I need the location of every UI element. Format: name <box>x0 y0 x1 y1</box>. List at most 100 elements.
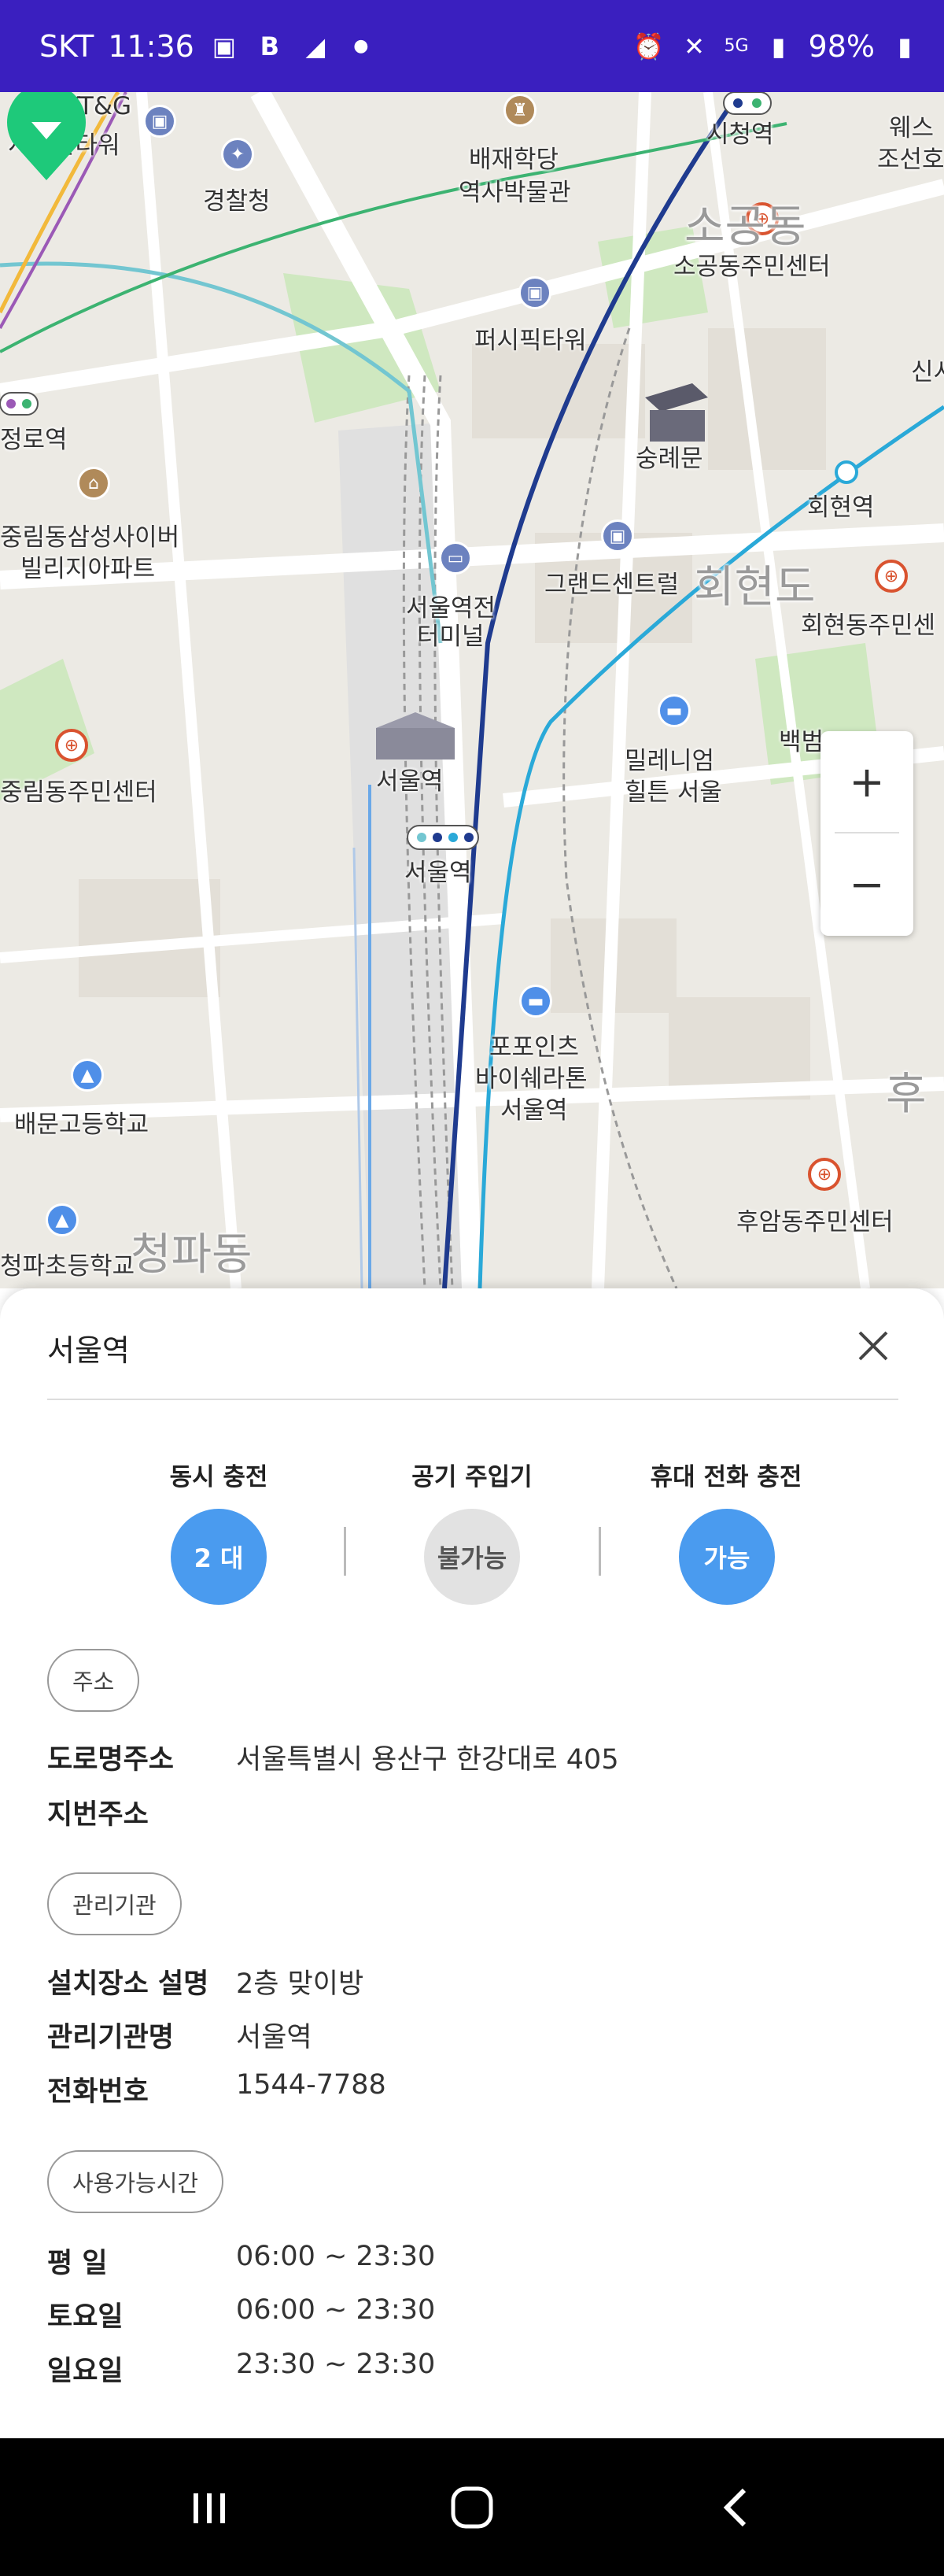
gallery-icon: ▣ <box>212 31 236 61</box>
row-label: 전화번호 <box>47 2076 149 2108</box>
row-value: 06:00 ~ 23:30 <box>236 2294 436 2326</box>
zoom-control: + − <box>820 731 913 936</box>
battery-icon: ▮ <box>898 31 912 61</box>
map-label: 힐튼 서울 <box>625 778 722 807</box>
map-label: 숭례문 <box>636 445 703 473</box>
school-icon[interactable]: ▲ <box>46 1203 79 1236</box>
row-value: 2층 맞이방 <box>236 1968 364 2000</box>
community-center-icon[interactable]: ⊕ <box>55 729 88 762</box>
community-center-icon[interactable]: ⊕ <box>808 1158 841 1191</box>
map-label: 소공동 <box>684 201 806 253</box>
row-label: 도로명주소 <box>47 1744 175 1776</box>
back-icon <box>723 2488 747 2526</box>
building-icon[interactable]: ▣ <box>518 276 551 309</box>
row-label: 지번주소 <box>47 1799 149 1831</box>
status-left: SKT 11:36 ▣ B ◢ ● <box>39 29 377 64</box>
section-chip-address: 주소 <box>47 1649 140 1712</box>
hotel-icon[interactable]: ▬ <box>519 985 552 1018</box>
apartment-icon[interactable]: ⌂ <box>77 467 110 500</box>
map-label: 회현동주민센 <box>801 612 936 640</box>
row-label: 토요일 <box>47 2301 124 2333</box>
row-label: 설치장소 설명 <box>47 1968 209 2000</box>
feature-label-phone-charge: 휴대 전화 충전 <box>650 1463 802 1491</box>
hotel-icon[interactable]: ▬ <box>658 694 691 727</box>
row-value: 06:00 ~ 23:30 <box>236 2241 436 2272</box>
map-label: 후암동주민센터 <box>736 1208 894 1236</box>
map-label: 밀레니엄 <box>625 747 715 775</box>
station-detail-sheet: 서울역 동시 충전 2 대 공기 주입기 불가능 휴대 전화 충전 가능 주소 … <box>0 1288 944 2438</box>
home-button[interactable] <box>393 2438 551 2576</box>
blog-icon: B <box>260 31 280 61</box>
map-label: 배문고등학교 <box>14 1111 149 1139</box>
map-label: 그랜드센트럴 <box>544 571 680 599</box>
map-label: 신시 <box>911 358 944 386</box>
map-label: 서울역 <box>404 859 472 887</box>
battery-label: 98% <box>808 28 875 64</box>
police-icon[interactable]: ✦ <box>221 138 254 171</box>
map-label: 소공동주민센터 <box>673 253 831 281</box>
map-label: 조선호 <box>877 146 944 174</box>
system-nav-bar <box>0 2438 944 2576</box>
map-label: 중림동주민센터 <box>0 778 157 807</box>
status-bar: SKT 11:36 ▣ B ◢ ● ⏰ ✕ 5G ▮ 98% ▮ <box>0 0 944 92</box>
map-label: 후 <box>886 1069 927 1120</box>
community-center-icon[interactable]: ⊕ <box>875 560 908 593</box>
map-label: 회현도 <box>694 562 816 613</box>
row-label: 평 일 <box>47 2248 108 2279</box>
map-label: 백범 <box>779 728 824 756</box>
alarm-icon: ⏰ <box>632 31 665 61</box>
recent-apps-icon <box>194 2493 225 2523</box>
feature-value-phone-charge: 가능 <box>679 1509 775 1605</box>
row-value: 1544-7788 <box>236 2069 386 2101</box>
row-value: 23:30 ~ 23:30 <box>236 2349 436 2380</box>
bus-terminal-icon[interactable]: ▭ <box>439 541 472 575</box>
map-label: 경찰청 <box>203 187 271 216</box>
map-label: 정로역 <box>0 426 68 454</box>
map-label: 배재학당 <box>469 146 559 174</box>
carrier-label: SKT <box>39 28 94 64</box>
stats-icon: ◢ <box>305 31 326 61</box>
map-label: 청파초등학교 <box>0 1252 135 1281</box>
network-label: 5G <box>724 36 749 56</box>
map-label: 웨스 <box>889 114 935 142</box>
feature-divider <box>344 1527 346 1576</box>
row-label: 관리기관명 <box>47 2022 175 2053</box>
feature-value-simultaneous: 2 대 <box>171 1509 267 1605</box>
section-chip-hours: 사용가능시간 <box>47 2150 224 2213</box>
map-label: 퍼시픽타워 <box>474 327 587 355</box>
building-icon[interactable]: ▣ <box>601 519 634 553</box>
recent-apps-button[interactable] <box>131 2438 288 2576</box>
map-label: 터미널 <box>417 623 485 651</box>
back-button[interactable] <box>658 2438 815 2576</box>
map-label: 역사박물관 <box>459 179 571 207</box>
row-value: 서울역 <box>236 2022 312 2053</box>
sheet-title: 서울역 <box>47 1333 130 1368</box>
map-view[interactable]: ▣ ✦ ♜ ▣ ⊕ ▣ ▭ ⊕ ⌂ ▬ ⊕ ▬ ▲ ⊕ ▲ KT&G 서대문타워… <box>0 92 944 1288</box>
map-label: 회현역 <box>807 493 875 522</box>
feature-divider <box>599 1527 601 1576</box>
clock: 11:36 <box>108 28 194 64</box>
status-right: ⏰ ✕ 5G ▮ 98% ▮ <box>632 29 920 64</box>
mute-icon: ✕ <box>684 31 705 61</box>
map-label: 서울역 <box>500 1096 568 1125</box>
map-label: 청파동 <box>131 1229 253 1281</box>
home-icon <box>451 2486 493 2528</box>
school-icon[interactable]: ▲ <box>71 1059 104 1092</box>
feature-label-air-pump: 공기 주입기 <box>411 1463 533 1491</box>
feature-value-air-pump: 불가능 <box>424 1509 520 1605</box>
divider <box>47 1399 898 1400</box>
location-marker-icon[interactable] <box>0 92 93 185</box>
map-label: 중림동삼성사이버 <box>0 523 180 552</box>
zoom-in-button[interactable]: + <box>820 731 913 832</box>
feature-label-simultaneous: 동시 충전 <box>169 1463 268 1491</box>
section-chip-agency: 관리기관 <box>47 1872 182 1935</box>
building-icon[interactable]: ▣ <box>143 105 176 138</box>
close-icon[interactable] <box>854 1326 893 1366</box>
signal-icon: ▮ <box>771 31 786 61</box>
museum-icon[interactable]: ♜ <box>503 94 537 127</box>
zoom-out-button[interactable]: − <box>820 833 913 934</box>
map-label: 바이쉐라톤 <box>475 1065 588 1093</box>
map-label: 포포인츠 <box>489 1033 580 1062</box>
map-label: 서울역 <box>376 767 444 796</box>
dot-icon: ● <box>353 36 369 56</box>
